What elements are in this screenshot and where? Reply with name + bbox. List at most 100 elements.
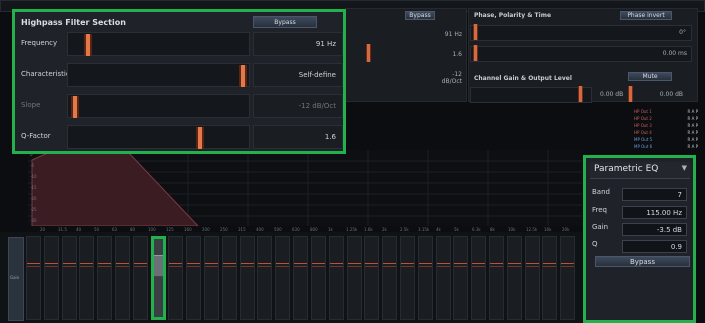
eq-band-fader[interactable]: [204, 236, 219, 320]
fader-level-line: [80, 266, 93, 267]
gain-row: Gain -3.5 dB: [592, 223, 687, 236]
highpass-bypass-button[interactable]: Bypass: [253, 16, 317, 28]
slope-value[interactable]: -12 dB/Oct: [253, 94, 343, 118]
eq-band-fader[interactable]: [257, 236, 272, 320]
bypass-button-small[interactable]: Bypass: [405, 11, 435, 20]
eq-band-fader[interactable]: [418, 236, 433, 320]
y-tick: -25: [30, 207, 37, 212]
top-slider-handle[interactable]: [366, 44, 371, 62]
characteristic-slider-handle[interactable]: [239, 65, 247, 87]
eq-band-fader[interactable]: [453, 236, 468, 320]
output-tag: R A P: [687, 130, 698, 135]
fader-level-line: [383, 266, 396, 267]
eq-band-fader[interactable]: [507, 236, 522, 320]
gain-slider-handle[interactable]: [578, 86, 583, 102]
eq-band-fader[interactable]: [364, 236, 379, 320]
frequency-slider[interactable]: [67, 32, 250, 56]
output-tag: R A P: [687, 137, 698, 142]
time-value: 0.00 ms: [662, 50, 687, 57]
phase-slider-handle[interactable]: [473, 24, 478, 40]
slope-label: Slope: [21, 101, 41, 109]
fader-level-line: [454, 263, 467, 264]
highpass-filter-section: Highpass Filter Section Bypass Frequency…: [12, 9, 346, 154]
eq-band-fader[interactable]: [44, 236, 59, 320]
eq-band-fader-selected[interactable]: [151, 236, 166, 320]
output-item[interactable]: MP Out 6 R A P: [634, 143, 698, 150]
q-factor-value[interactable]: 1.6: [253, 125, 343, 149]
characteristic-label: Characteristic: [21, 70, 70, 78]
freq-field[interactable]: 115.00 Hz: [622, 206, 687, 219]
q-field[interactable]: 0.9: [622, 240, 687, 253]
fader-level-line: [543, 266, 556, 267]
eq-band-fader[interactable]: [222, 236, 237, 320]
level-slider-handle[interactable]: [628, 86, 633, 102]
band-label: Band: [592, 188, 610, 196]
frequency-value[interactable]: 91 Hz: [253, 32, 343, 56]
eq-band-fader[interactable]: [97, 236, 112, 320]
eq-band-fader[interactable]: [240, 236, 255, 320]
q-factor-slider-handle[interactable]: [196, 127, 204, 149]
eq-bypass-button[interactable]: Bypass: [595, 256, 690, 267]
mute-button[interactable]: Mute: [628, 72, 672, 81]
top-value-2: 1.6: [452, 51, 462, 58]
fader-level-line: [526, 266, 539, 267]
gain-field[interactable]: -3.5 dB: [622, 223, 687, 236]
fader-handle[interactable]: [154, 255, 163, 277]
top-value-3: -12 dB/Oct: [441, 71, 462, 85]
characteristic-slider[interactable]: [67, 63, 250, 87]
fader-level-line: [419, 263, 432, 264]
eq-band-fader[interactable]: [79, 236, 94, 320]
eq-band-fader[interactable]: [133, 236, 148, 320]
eq-band-fader[interactable]: [471, 236, 486, 320]
fader-level-line: [330, 263, 343, 264]
eq-band-fader[interactable]: [400, 236, 415, 320]
fader-level-line: [169, 263, 182, 264]
band-field[interactable]: 7: [622, 188, 687, 201]
eq-band-fader[interactable]: [347, 236, 362, 320]
eq-band-fader[interactable]: [168, 236, 183, 320]
q-factor-slider[interactable]: [67, 125, 250, 149]
output-name: MP Out 6: [634, 144, 653, 149]
fader-level-line: [223, 263, 236, 264]
eq-band-fader[interactable]: [62, 236, 77, 320]
fader-level-line: [205, 263, 218, 264]
eq-band-fader[interactable]: [186, 236, 201, 320]
phase-slider-track[interactable]: [470, 25, 692, 41]
eq-band-fader[interactable]: [329, 236, 344, 320]
fader-level-line: [348, 263, 361, 264]
phase-invert-button[interactable]: Phase invert: [620, 11, 672, 20]
output-item[interactable]: HP Out 1 R A P: [634, 108, 698, 115]
eq-band-fader[interactable]: [489, 236, 504, 320]
frequency-row: Frequency 91 Hz: [17, 30, 343, 58]
frequency-response-graph[interactable]: [28, 150, 582, 226]
eq-type-dropdown[interactable]: Parametric EQ ▼: [590, 162, 690, 179]
time-slider-handle[interactable]: [473, 45, 478, 61]
eq-band-fader[interactable]: [26, 236, 41, 320]
gain-slider-track[interactable]: [470, 87, 592, 103]
fader-level-line: [98, 266, 111, 267]
output-item[interactable]: HP Out 3 R A P: [634, 122, 698, 129]
eq-band-fader[interactable]: [525, 236, 540, 320]
frequency-slider-handle[interactable]: [84, 34, 92, 56]
output-name: HP Out 2: [634, 116, 652, 121]
characteristic-value[interactable]: Self-define: [253, 63, 343, 87]
characteristic-row: Characteristic Self-define: [17, 61, 343, 89]
slope-slider[interactable]: [67, 94, 250, 118]
output-item[interactable]: MP Out 5 R A P: [634, 136, 698, 143]
eq-band-fader[interactable]: [275, 236, 290, 320]
eq-band-fader[interactable]: [311, 236, 326, 320]
eq-band-fader[interactable]: [436, 236, 451, 320]
slope-slider-handle[interactable]: [71, 96, 79, 118]
output-item[interactable]: HP Out 2 R A P: [634, 115, 698, 122]
eq-band-fader[interactable]: [115, 236, 130, 320]
eq-band-fader[interactable]: [542, 236, 557, 320]
fader-level-line: [472, 263, 485, 264]
eq-band-fader[interactable]: [293, 236, 308, 320]
output-item[interactable]: HP Out 4 R A P: [634, 129, 698, 136]
eq-band-fader[interactable]: [560, 236, 575, 320]
fader-level-line: [80, 263, 93, 264]
fader-level-line: [241, 263, 254, 264]
fader-level-line: [561, 266, 574, 267]
eq-band-fader[interactable]: [382, 236, 397, 320]
fader-level-line: [63, 266, 76, 267]
